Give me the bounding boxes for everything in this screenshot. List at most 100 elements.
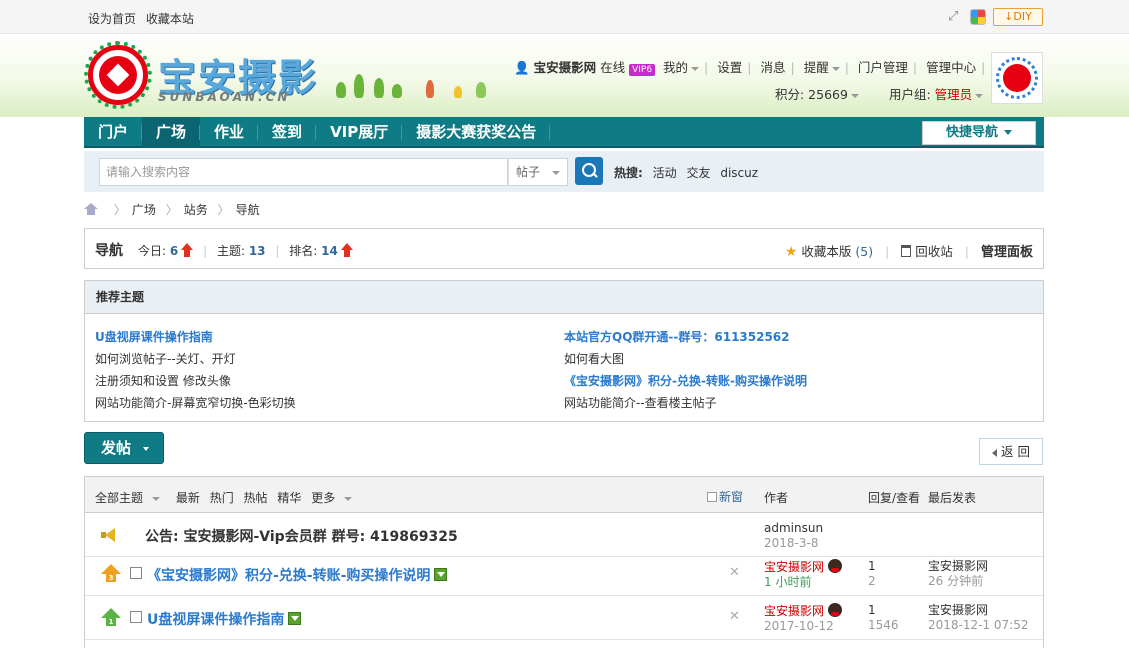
filter-all[interactable]: 全部主题 xyxy=(95,491,166,505)
column-author: 作者 xyxy=(764,491,789,505)
back-arrow-icon xyxy=(992,448,997,457)
recommended-title: 推荐主题 xyxy=(85,281,1043,314)
recommended-item[interactable]: 如何看大图 xyxy=(564,348,807,370)
hot-search-item[interactable]: discuz xyxy=(720,166,758,180)
logo-icon[interactable] xyxy=(88,45,148,105)
close-icon[interactable]: ✕ xyxy=(729,609,740,624)
usergroup-link[interactable]: 管理员 xyxy=(935,87,973,102)
nav-item-homework[interactable]: 作业 xyxy=(200,117,259,148)
recommended-item[interactable]: 网站功能简介-屏幕宽窄切换-色彩切换 xyxy=(95,392,296,414)
rank-label: 排名: xyxy=(289,244,318,258)
reply-count[interactable]: 1 xyxy=(868,559,876,574)
thread-checkbox[interactable] xyxy=(130,611,142,623)
hot-search-item[interactable]: 活动 xyxy=(653,166,677,180)
user-icon: 👤 xyxy=(514,60,530,75)
close-icon[interactable]: ✕ xyxy=(729,565,740,580)
bookmark-link[interactable]: 收藏本站 xyxy=(146,12,194,26)
search-type-select[interactable]: 帖子 xyxy=(508,158,568,186)
filter-hot[interactable]: 热门 xyxy=(210,491,234,505)
recommended-item[interactable]: 本站官方QQ群开通--群号：611352562 xyxy=(564,326,807,348)
user-link-5[interactable]: 管理中心 xyxy=(926,60,976,75)
nav-item-checkin[interactable]: 签到 xyxy=(258,117,317,148)
table-row: 1 U盘视屏课件操作指南 ✕ 宝安摄影网 2017-10-12 1 1546 宝… xyxy=(85,596,1043,640)
nav-item-square[interactable]: 广场 xyxy=(142,117,201,148)
chevron-down-icon xyxy=(850,93,859,98)
post-date: 2018-3-8 xyxy=(764,536,819,550)
thread-last-post: 宝安摄影网 2018-12-1 07:52 xyxy=(928,603,1029,633)
attachment-icon xyxy=(434,568,448,581)
quick-nav-button[interactable]: 快捷导航 xyxy=(922,121,1036,145)
recommended-item[interactable]: 注册须知和设置 修改头像 xyxy=(95,370,296,392)
thread-filters: 全部主题 最新 热门 热帖 精华 更多 xyxy=(95,489,364,506)
filter-hot-posts[interactable]: 热帖 xyxy=(244,491,268,505)
last-post-user[interactable]: 宝安摄影网 xyxy=(928,603,1029,618)
back-button[interactable]: 返 回 xyxy=(979,438,1043,465)
author-name[interactable]: 宝安摄影网 xyxy=(764,560,824,574)
header-scenery xyxy=(326,53,496,98)
thread-subject[interactable]: 《宝安摄影网》积分-兑换-转账-购买操作说明 xyxy=(147,565,448,585)
user-link-0[interactable]: 我的 xyxy=(663,60,688,75)
last-post-user[interactable]: 宝安摄影网 xyxy=(928,559,988,574)
back-label: 返 回 xyxy=(1001,444,1030,459)
view-count: 2 xyxy=(868,574,876,588)
announcement-subject[interactable]: 公告: 宝安摄影网-Vip会员群 群号: 419869325 xyxy=(145,526,458,546)
new-post-button[interactable]: 发帖 xyxy=(84,432,164,464)
medal-icon xyxy=(828,603,843,617)
thread-author: 宝安摄影网 1 小时前 xyxy=(764,559,843,590)
user-link-3[interactable]: 提醒 xyxy=(804,60,829,75)
medal-icon xyxy=(828,559,843,573)
avatar[interactable] xyxy=(991,52,1043,104)
palette-icon[interactable] xyxy=(970,9,986,25)
favorite-link[interactable]: 收藏本版 xyxy=(801,244,851,259)
reply-count[interactable]: 1 xyxy=(868,603,899,618)
online-status[interactable]: 在线 xyxy=(600,60,625,75)
last-post-time[interactable]: 2018-12-1 07:52 xyxy=(928,618,1029,633)
set-home-link[interactable]: 设为首页 xyxy=(88,12,136,26)
breadcrumb-item[interactable]: 导航 xyxy=(236,203,260,217)
today-count: 6 xyxy=(169,244,179,258)
nav-item-vip-hall[interactable]: VIP展厅 xyxy=(316,117,403,148)
search-bar: 请输入搜索内容 帖子 热搜: 活动 交友 discuz xyxy=(84,151,1044,192)
rank-count: 14 xyxy=(321,244,338,258)
nav-item-contest[interactable]: 摄影大赛获奖公告 xyxy=(402,117,551,148)
user-link-4[interactable]: 门户管理 xyxy=(858,60,908,75)
thread-replies: 1 2 xyxy=(868,559,876,589)
hot-search-item[interactable]: 交友 xyxy=(686,166,710,180)
diy-button[interactable]: ↓DIY xyxy=(993,8,1043,26)
recommended-item[interactable]: U盘视屏课件操作指南 xyxy=(95,326,296,348)
table-row: 3 《宝安摄影网》积分-兑换-转账-购买操作说明 ✕ 宝安摄影网 1 小时前 1… xyxy=(85,552,1043,596)
filter-more[interactable]: 更多 xyxy=(311,491,358,505)
filter-digest[interactable]: 精华 xyxy=(277,491,301,505)
search-input[interactable]: 请输入搜索内容 xyxy=(99,158,508,186)
thread-checkbox[interactable] xyxy=(130,567,142,579)
user-link-2[interactable]: 消息 xyxy=(760,60,785,75)
user-link-1[interactable]: 设置 xyxy=(717,60,742,75)
username-link[interactable]: 宝安摄影网 xyxy=(534,60,597,75)
recommended-item[interactable]: 如何浏览帖子--关灯、开灯 xyxy=(95,348,296,370)
breadcrumb-item[interactable]: 广场 xyxy=(132,203,156,217)
search-type-label: 帖子 xyxy=(516,165,541,179)
column-last-post: 最后发表 xyxy=(928,491,977,505)
manage-panel-link[interactable]: 管理面板 xyxy=(981,245,1033,260)
thread-subject[interactable]: U盘视屏课件操作指南 xyxy=(147,609,302,629)
search-icon[interactable] xyxy=(575,157,603,185)
threads-label: 主题: xyxy=(216,244,245,258)
nav-item-portal[interactable]: 门户 xyxy=(84,117,143,148)
new-window-toggle[interactable]: 新窗 xyxy=(707,488,743,505)
breadcrumb-item[interactable]: 站务 xyxy=(184,203,208,217)
author-name[interactable]: adminsun xyxy=(764,521,823,536)
last-post-time[interactable]: 26 分钟前 xyxy=(928,574,988,589)
fullscreen-icon[interactable]: ⤢ xyxy=(948,10,962,24)
recommended-item[interactable]: 《宝安摄影网》积分-兑换-转账-购买操作说明 xyxy=(564,370,807,392)
home-icon[interactable] xyxy=(84,203,98,215)
top-links: 设为首页 收藏本站 xyxy=(88,10,200,27)
user-bar: 👤 宝安摄影网 在线 VIP6 我的 | 设置 | 消息 | 提醒 | 门户管理 | 管理中… xyxy=(514,57,1019,76)
recommended-item[interactable]: 网站功能简介--查看楼主帖子 xyxy=(564,392,807,414)
author-name[interactable]: 宝安摄影网 xyxy=(764,604,824,618)
points-link[interactable]: 积分: 25669 xyxy=(775,87,848,102)
logo-subtitle: SUNBAOAN.CN xyxy=(158,90,291,104)
user-stats: 积分: 25669 用户组: 管理员 xyxy=(775,84,984,103)
recycle-link[interactable]: 回收站 xyxy=(915,244,953,259)
checkbox-icon xyxy=(707,492,717,502)
filter-latest[interactable]: 最新 xyxy=(176,491,200,505)
